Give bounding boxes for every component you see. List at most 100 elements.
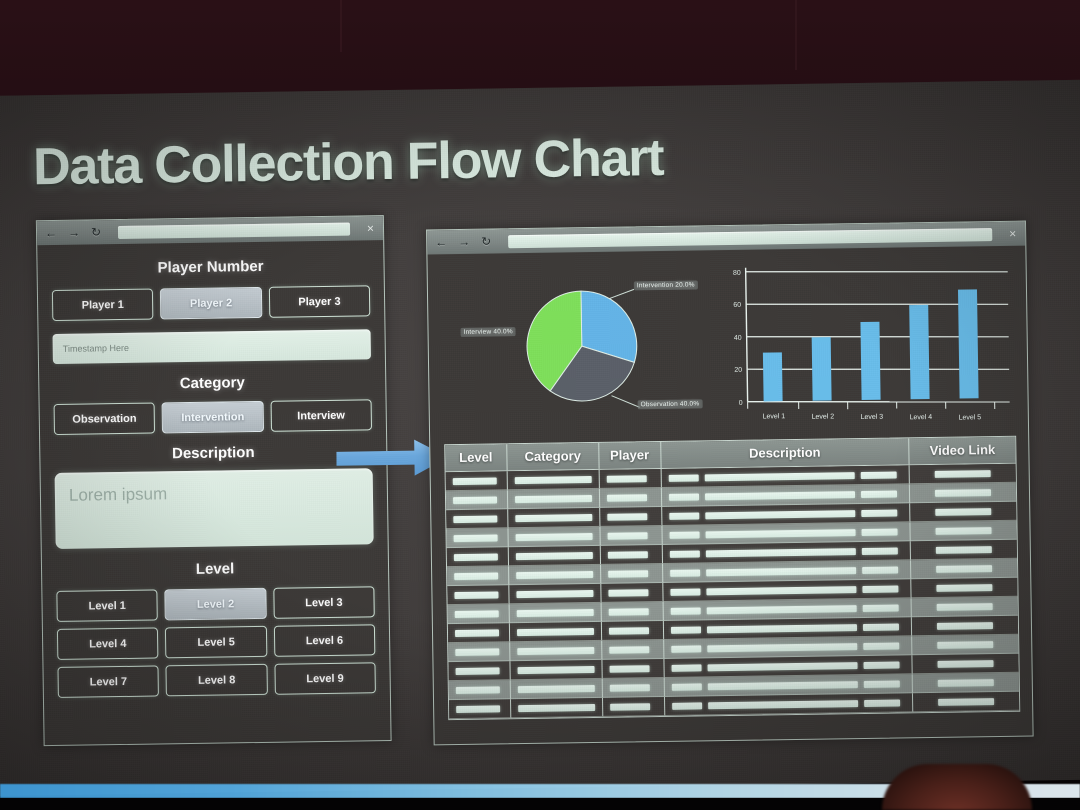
placeholder-bar [862,603,899,612]
arrow-left-icon[interactable]: ← [435,235,447,249]
player-number-heading: Player Number [157,257,264,277]
placeholder-bar [455,685,500,694]
table-cell [448,680,511,701]
wall-seam [340,0,342,52]
placeholder-bar [452,495,498,504]
table-cell [910,520,1017,542]
placeholder-bar [453,514,498,523]
placeholder-bar [707,642,858,652]
table-cell [447,566,510,587]
placeholder-bar [860,490,897,498]
placeholder-bar [516,570,594,579]
category-option-intervention[interactable]: Intervention [161,400,264,434]
table-cell [910,501,1017,523]
table-cell [913,691,1020,713]
placeholder-bar [455,647,500,656]
table-cell [507,488,601,510]
column-header-category[interactable]: Category [507,442,600,471]
table-cell [449,699,512,720]
table-cell [508,507,601,529]
level-option-4[interactable]: Level 4 [56,627,159,660]
table-cell [445,490,509,511]
placeholder-bar [863,679,900,688]
placeholder-bar [937,621,994,630]
placeholder-bar [607,550,648,559]
category-option-interview[interactable]: Interview [270,399,372,432]
placeholder-bar [668,473,699,482]
svg-text:Level 4: Level 4 [910,414,933,421]
placeholder-bar [452,476,497,485]
placeholder-bar [456,704,501,713]
table-cell [448,642,511,663]
reload-icon[interactable]: ↻ [91,225,101,239]
placeholder-bar [936,602,993,611]
placeholder-bar [707,661,858,671]
arrow-left-icon[interactable]: ← [45,226,57,240]
level-heading: Level [195,560,235,578]
timestamp-input[interactable]: Timestamp Here [52,329,371,365]
placeholder-bar [671,644,702,653]
placeholder-bar [517,703,596,712]
placeholder-bar [454,571,499,580]
placeholder-bar [608,626,649,635]
placeholder-bar [669,549,700,558]
level-option-8[interactable]: Level 8 [165,663,268,697]
category-heading: Category [179,374,245,393]
charts-row: Intervention 20.0% Interview 40.0% Obser… [427,246,1028,437]
level-option-3[interactable]: Level 3 [272,586,375,619]
svg-text:40: 40 [734,335,742,342]
table-cell [912,615,1019,637]
placeholder-bar [862,622,899,631]
placeholder-bar [517,646,595,655]
placeholder-bar [934,469,991,478]
table-cell [602,639,665,660]
close-icon[interactable]: × [367,221,377,235]
close-icon[interactable]: × [1009,227,1019,241]
category-option-observation[interactable]: Observation [53,402,156,435]
placeholder-bar [936,583,993,592]
arrow-right-icon[interactable]: → [458,235,470,249]
table-cell [601,601,664,622]
table-cell [911,596,1018,618]
placeholder-bar [517,684,595,693]
level-option-5[interactable]: Level 5 [165,625,268,659]
slide-surface: Data Collection Flow Chart ← → ↻ × Playe… [0,79,1080,796]
svg-text:Level 1: Level 1 [763,413,786,420]
table-cell [912,653,1019,675]
player-option-1[interactable]: Player 1 [51,288,154,322]
url-input[interactable] [117,222,351,239]
player-number-options: Player 1 Player 2 Player 3 [38,285,384,322]
svg-text:0: 0 [739,400,743,407]
player-option-3[interactable]: Player 3 [268,285,371,318]
svg-text:Level 2: Level 2 [812,413,835,420]
column-header-level[interactable]: Level [445,444,508,472]
table-cell [508,545,601,567]
placeholder-bar [516,608,594,617]
placeholder-bar [671,682,702,691]
reload-icon[interactable]: ↻ [481,234,491,248]
placeholder-bar [863,698,900,707]
level-option-7[interactable]: Level 7 [57,665,160,698]
column-header-video-link[interactable]: Video Link [909,437,1015,465]
placeholder-bar [706,585,857,595]
table-cell [510,678,603,700]
placeholder-bar [707,699,858,709]
table-cell [911,558,1018,580]
level-option-1[interactable]: Level 1 [56,589,159,622]
table-cell [447,585,510,606]
level-option-6[interactable]: Level 6 [273,624,376,657]
description-textarea[interactable]: Lorem ipsum [54,468,374,549]
form-body: Player Number Player 1 Player 2 Player 3… [37,256,390,761]
column-header-player[interactable]: Player [598,441,662,469]
column-header-description[interactable]: Description [660,438,910,468]
level-option-9[interactable]: Level 9 [274,662,376,695]
table-cell [911,577,1018,599]
arrow-right-icon[interactable]: → [68,226,80,240]
url-input[interactable] [508,227,993,248]
placeholder-bar [705,547,856,557]
placeholder-bar [862,641,900,650]
table-cell [509,621,603,643]
placeholder-bar [705,528,856,538]
level-option-2[interactable]: Level 2 [164,587,267,621]
player-option-2[interactable]: Player 2 [160,286,262,320]
